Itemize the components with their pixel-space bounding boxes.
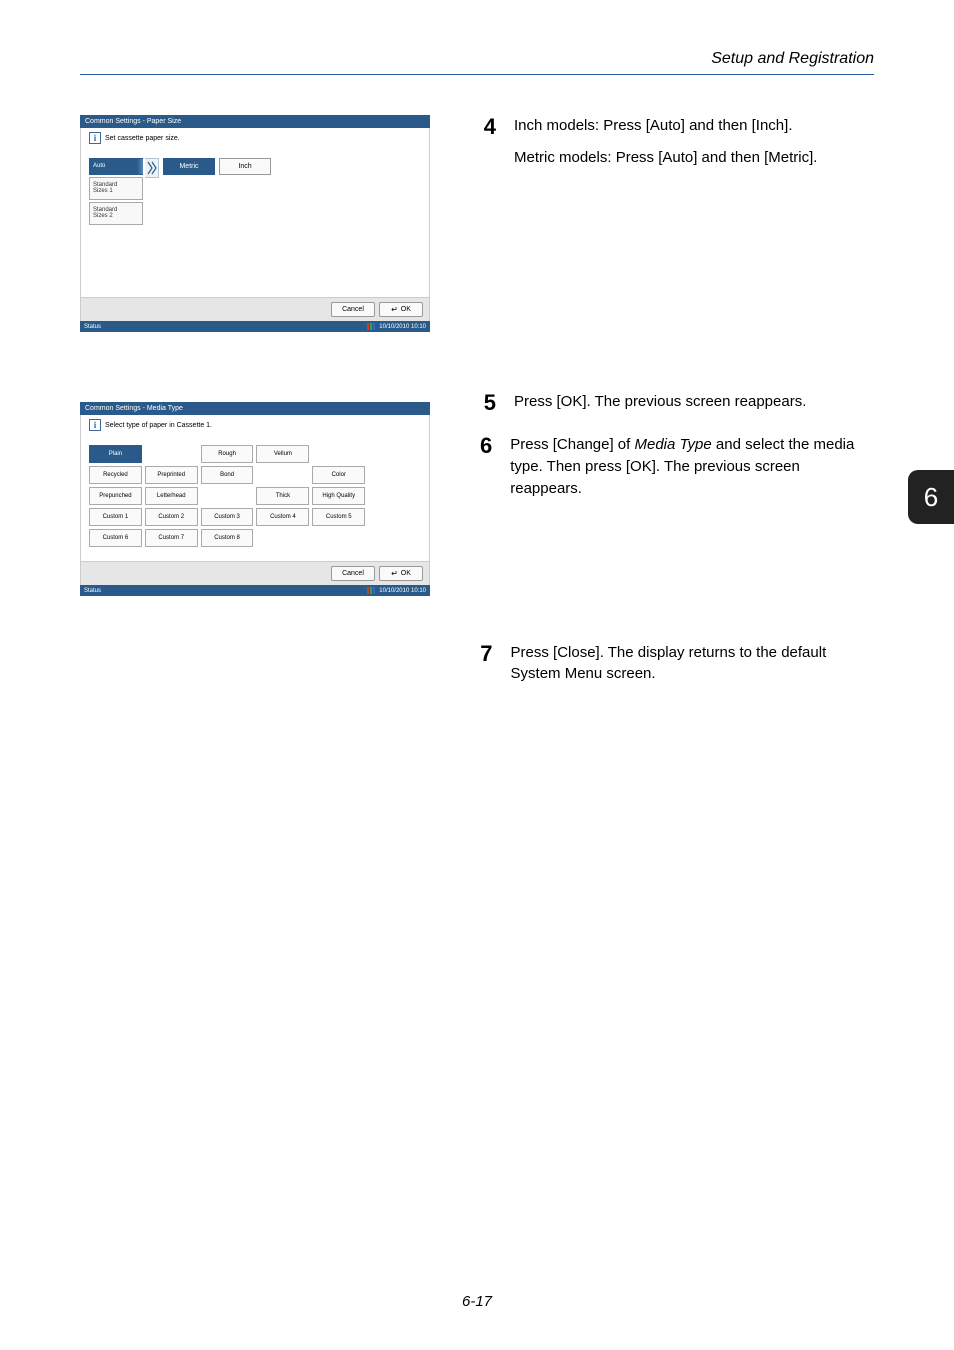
step-5: 5 Press [OK]. The previous screen reappe… <box>480 391 874 423</box>
status-datetime: 10/10/2010 10:10 <box>379 324 426 330</box>
step-number: 6 <box>480 434 492 458</box>
step-number: 4 <box>480 115 496 139</box>
media-type-custom-5[interactable]: Custom 5 <box>312 508 365 526</box>
right-column: 4 Inch models: Press [Auto] and then [In… <box>480 115 874 707</box>
media-type-blank <box>368 508 421 526</box>
media-type-custom-8[interactable]: Custom 8 <box>201 529 254 547</box>
info-icon: i <box>89 132 101 144</box>
media-type-custom-4[interactable]: Custom 4 <box>256 508 309 526</box>
panel1-info: Set cassette paper size. <box>105 135 180 142</box>
media-type-prepunched[interactable]: Prepunched <box>89 487 142 505</box>
media-type-high-quality[interactable]: High Quality <box>312 487 365 505</box>
step-6-text: Press [Change] of Media Type and select … <box>510 434 874 499</box>
media-type-recycled[interactable]: Recycled <box>89 466 142 484</box>
cancel-label: Cancel <box>342 570 364 577</box>
step-7-text: Press [Close]. The display returns to th… <box>511 642 874 686</box>
media-type-custom-3[interactable]: Custom 3 <box>201 508 254 526</box>
info-icon: i <box>89 419 101 431</box>
media-type-preprinted[interactable]: Preprinted <box>145 466 198 484</box>
status-bars-icon <box>367 587 375 594</box>
status-label[interactable]: Status <box>84 324 101 330</box>
status-datetime: 10/10/2010 10:10 <box>379 588 426 594</box>
paper-size-panel: Common Settings - Paper Size i Set casse… <box>80 115 430 332</box>
enter-icon: ↵ <box>391 305 398 314</box>
media-type-custom-2[interactable]: Custom 2 <box>145 508 198 526</box>
enter-icon: ↵ <box>391 569 398 578</box>
media-type-vellum[interactable]: Vellum <box>256 445 309 463</box>
section-header: Setup and Registration <box>80 50 874 75</box>
media-type-blank <box>256 466 309 484</box>
media-type-plain[interactable]: Plain <box>89 445 142 463</box>
cancel-button[interactable]: Cancel <box>331 566 375 581</box>
step-number: 5 <box>480 391 496 415</box>
left-column: Common Settings - Paper Size i Set casse… <box>80 115 450 707</box>
media-type-custom-7[interactable]: Custom 7 <box>145 529 198 547</box>
chapter-tab: 6 <box>908 470 954 524</box>
status-label[interactable]: Status <box>84 588 101 594</box>
ok-button[interactable]: ↵OK <box>379 566 423 581</box>
chevron-right-icon <box>145 158 159 178</box>
media-type-custom-1[interactable]: Custom 1 <box>89 508 142 526</box>
media-type-blank <box>145 445 198 463</box>
media-type-custom-6[interactable]: Custom 6 <box>89 529 142 547</box>
media-type-grid: Plain RoughVellum RecycledPreprintedBond Co… <box>89 445 421 547</box>
media-type-blank <box>368 529 421 547</box>
media-type-blank <box>256 529 309 547</box>
step-7: 7 Press [Close]. The display returns to … <box>480 642 874 696</box>
step-6: 6 Press [Change] of Media Type and selec… <box>480 434 874 509</box>
panel1-tabs: Auto Standard Sizes 1 Standard Sizes 2 <box>89 158 143 225</box>
media-type-panel: Common Settings - Media Type i Select ty… <box>80 402 430 596</box>
media-type-thick[interactable]: Thick <box>256 487 309 505</box>
status-bars-icon <box>367 323 375 330</box>
step-4-line-2: Metric models: Press [Auto] and then [Me… <box>514 147 817 169</box>
media-type-blank <box>312 529 365 547</box>
tab-standard-sizes-1[interactable]: Standard Sizes 1 <box>89 177 143 200</box>
panel1-title: Common Settings - Paper Size <box>80 115 430 128</box>
step-4: 4 Inch models: Press [Auto] and then [In… <box>480 115 874 179</box>
step-5-text: Press [OK]. The previous screen reappear… <box>514 391 806 413</box>
media-type-blank <box>368 466 421 484</box>
tab-standard-sizes-2[interactable]: Standard Sizes 2 <box>89 202 143 225</box>
ok-label: OK <box>401 570 411 577</box>
media-type-blank <box>201 487 254 505</box>
step-number: 7 <box>480 642 493 666</box>
tab-auto[interactable]: Auto <box>89 158 143 175</box>
media-type-blank <box>312 445 365 463</box>
step-4-line-1: Inch models: Press [Auto] and then [Inch… <box>514 115 817 137</box>
cancel-label: Cancel <box>342 306 364 313</box>
panel2-info: Select type of paper in Cassette 1. <box>105 422 212 429</box>
media-type-blank <box>368 445 421 463</box>
media-type-bond[interactable]: Bond <box>201 466 254 484</box>
ok-label: OK <box>401 306 411 313</box>
media-type-rough[interactable]: Rough <box>201 445 254 463</box>
cancel-button[interactable]: Cancel <box>331 302 375 317</box>
page-footer: 6-17 <box>0 1293 954 1310</box>
ok-button[interactable]: ↵OK <box>379 302 423 317</box>
option-metric[interactable]: Metric <box>163 158 215 175</box>
panel2-title: Common Settings - Media Type <box>80 402 430 415</box>
media-type-color[interactable]: Color <box>312 466 365 484</box>
media-type-blank <box>368 487 421 505</box>
media-type-letterhead[interactable]: Letterhead <box>145 487 198 505</box>
option-inch[interactable]: Inch <box>219 158 271 175</box>
